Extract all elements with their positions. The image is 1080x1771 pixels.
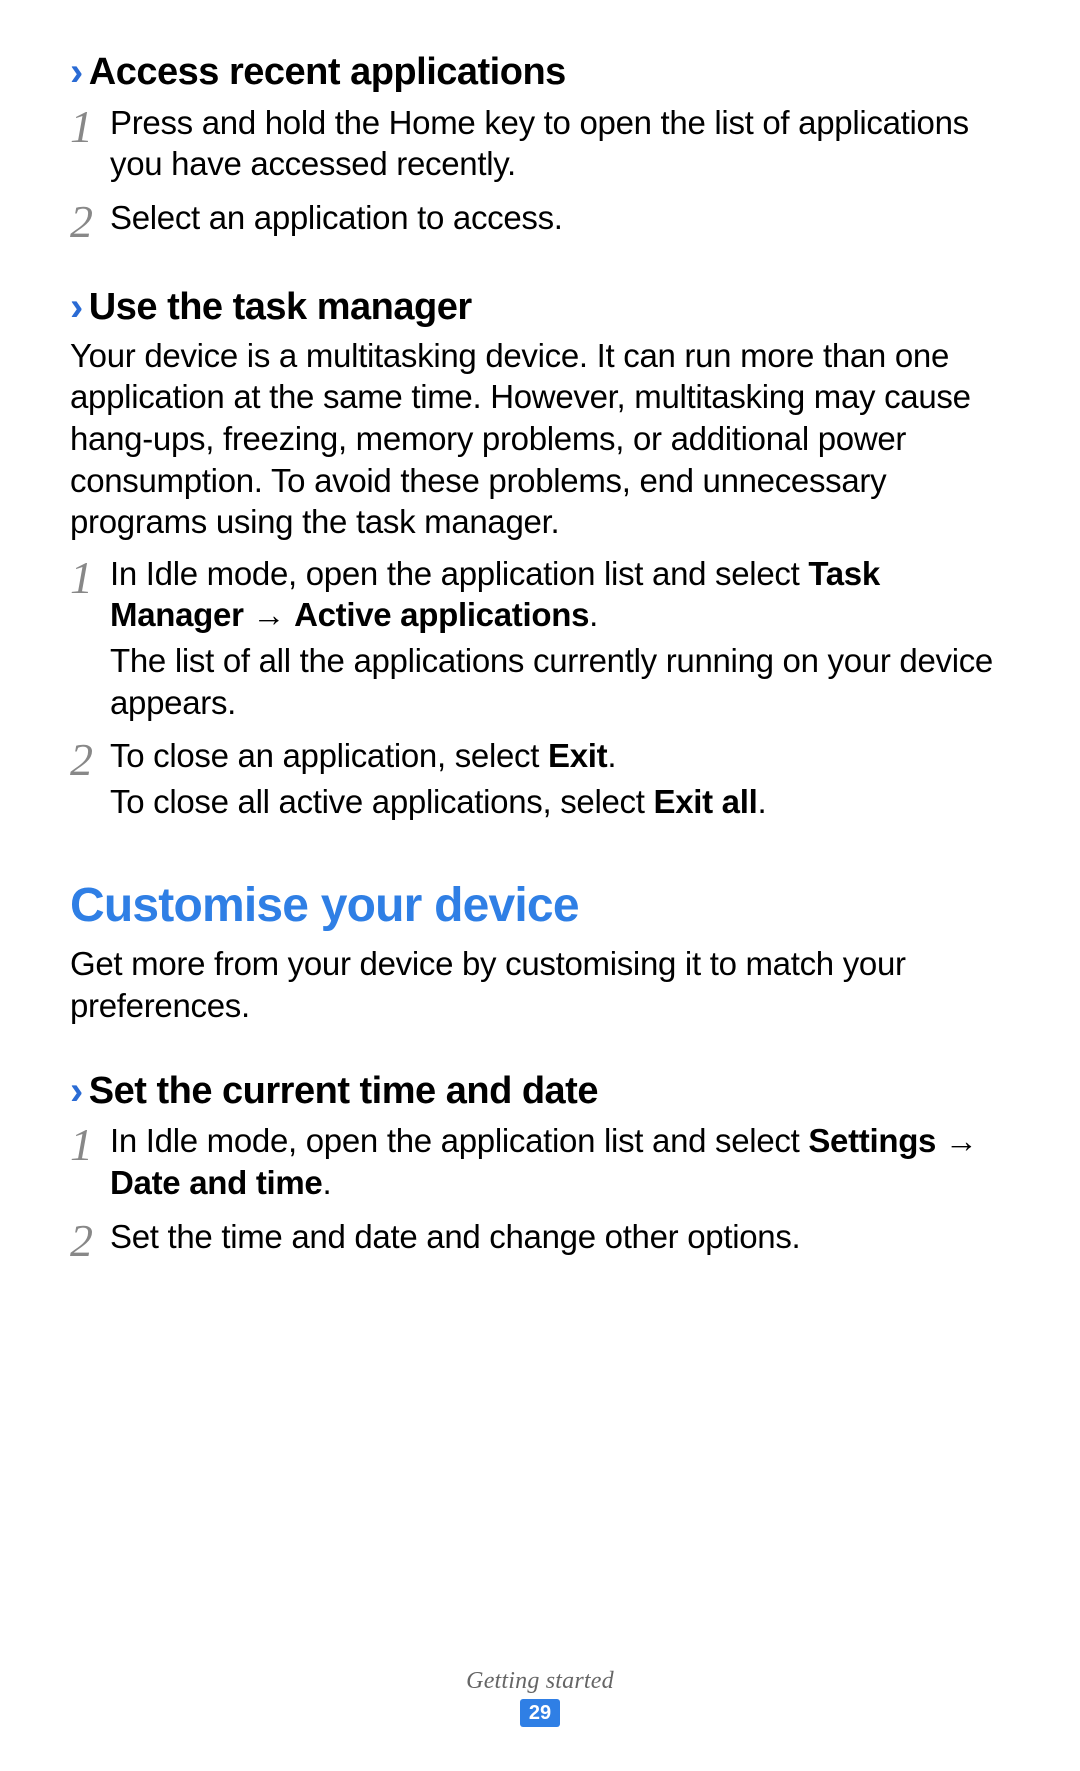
subheading-text: Set the current time and date <box>89 1070 598 1112</box>
text-run: In Idle mode, open the application list … <box>110 1122 808 1159</box>
chevron-icon: › <box>70 1068 83 1116</box>
step-text: In Idle mode, open the application list … <box>110 1120 1010 1203</box>
arrow-icon: → <box>252 596 285 633</box>
page-number-badge: 29 <box>520 1699 560 1727</box>
subheading-text: Use the task manager <box>89 286 472 328</box>
step-body: In Idle mode, open the application list … <box>110 1120 1010 1207</box>
subheading-text: Access recent applications <box>89 51 566 93</box>
text-run: . <box>323 1164 332 1201</box>
bold-run: Active applications <box>294 596 589 633</box>
text-run: In Idle mode, open the application list … <box>110 555 808 592</box>
text-run: To close all active applications, select <box>110 783 653 820</box>
subheading-access-recent: ›Access recent applications <box>70 48 1010 96</box>
subheading-time-date: ›Set the current time and date <box>70 1067 1010 1115</box>
manual-page: ›Access recent applications 1 Press and … <box>0 0 1080 1771</box>
bold-run: Exit all <box>653 783 757 820</box>
step-text: To close all active applications, select… <box>110 781 1010 823</box>
text-run: . <box>757 783 766 820</box>
text-run: . <box>607 737 616 774</box>
step-number: 1 <box>70 102 110 150</box>
step-text: In Idle mode, open the application list … <box>110 553 1010 636</box>
step-number: 1 <box>70 553 110 601</box>
step-text: To close an application, select Exit. <box>110 735 1010 777</box>
step-number: 2 <box>70 735 110 783</box>
step-body: Press and hold the Home key to open the … <box>110 102 1010 189</box>
step-item: 1 Press and hold the Home key to open th… <box>70 102 1010 189</box>
bold-run: Exit <box>548 737 607 774</box>
section-intro: Get more from your device by customising… <box>70 943 1010 1026</box>
step-body: To close an application, select Exit. To… <box>110 735 1010 826</box>
footer-chapter-label: Getting started <box>0 1668 1080 1695</box>
text-run: . <box>589 596 598 633</box>
step-text: Select an application to access. <box>110 197 1010 239</box>
step-body: Set the time and date and change other o… <box>110 1216 1010 1262</box>
step-text: Set the time and date and change other o… <box>110 1216 1010 1258</box>
text-run <box>936 1122 945 1159</box>
step-text: Press and hold the Home key to open the … <box>110 102 1010 185</box>
step-number: 2 <box>70 197 110 245</box>
subheading-task-manager: ›Use the task manager <box>70 283 1010 331</box>
arrow-icon: → <box>945 1122 978 1159</box>
section-title-customise: Customise your device <box>70 878 1010 933</box>
section-intro: Your device is a multitasking device. It… <box>70 335 1010 543</box>
text-run: To close an application, select <box>110 737 548 774</box>
page-footer: Getting started 29 <box>0 1668 1080 1727</box>
step-item: 2 Set the time and date and change other… <box>70 1216 1010 1264</box>
step-body: In Idle mode, open the application list … <box>110 553 1010 727</box>
chevron-icon: › <box>70 284 83 332</box>
step-number: 2 <box>70 1216 110 1264</box>
step-item: 2 To close an application, select Exit. … <box>70 735 1010 826</box>
step-number: 1 <box>70 1120 110 1168</box>
step-body: Select an application to access. <box>110 197 1010 243</box>
chevron-icon: › <box>70 49 83 97</box>
step-item: 1 In Idle mode, open the application lis… <box>70 1120 1010 1207</box>
step-text: The list of all the applications current… <box>110 640 1010 723</box>
step-item: 2 Select an application to access. <box>70 197 1010 245</box>
bold-run: Settings <box>808 1122 936 1159</box>
step-item: 1 In Idle mode, open the application lis… <box>70 553 1010 727</box>
bold-run: Date and time <box>110 1164 323 1201</box>
